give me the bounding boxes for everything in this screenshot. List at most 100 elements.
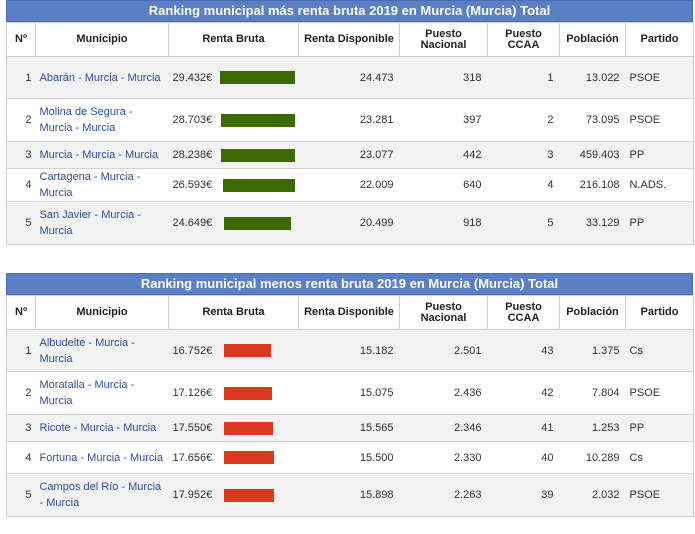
ranking-least-title: Ranking municipal menos renta bruta 2019… [6, 273, 693, 295]
puesto-nacional: 318 [399, 56, 488, 99]
puesto-nacional: 2.346 [399, 414, 488, 442]
renta-bruta-bar [223, 386, 272, 400]
table-row: 1 Albudeite - Murcia - Murcia 16.752€ 15.18… [6, 329, 694, 372]
municipio-link[interactable]: Molina de Segura - Murcia - Murcia [40, 106, 133, 134]
puesto-nacional: 918 [399, 201, 488, 245]
ranking-most-title: Ranking municipal más renta bruta 2019 e… [6, 0, 693, 22]
puesto-nacional: 397 [399, 98, 488, 142]
table-header-row: Nº Municipio Renta Bruta Renta Disponibl… [6, 295, 694, 330]
renta-bruta-bar [220, 113, 295, 127]
municipio-link[interactable]: Moratalla - Murcia - Murcia [40, 379, 135, 407]
partido: Cs [625, 329, 694, 372]
municipio-link[interactable]: Abarán - Murcia - Murcia [40, 72, 161, 84]
partido: PSOE [625, 56, 694, 99]
puesto-ccaa: 5 [487, 201, 560, 245]
poblacion: 216.108 [559, 168, 626, 202]
puesto-ccaa: 43 [487, 329, 560, 372]
renta-disponible: 15.075 [298, 371, 400, 415]
poblacion: 1.375 [559, 329, 626, 372]
renta-disponible: 15.898 [298, 473, 400, 517]
col-header-partido: Partido [625, 295, 694, 330]
renta-bruta-value: 17.550€ [172, 422, 213, 434]
renta-disponible: 15.182 [298, 329, 400, 372]
table-row: 3 Ricote - Murcia - Murcia 17.550€ 15.565 2.… [6, 414, 694, 442]
row-number: 1 [6, 329, 36, 372]
poblacion: 2.032 [559, 473, 626, 517]
puesto-ccaa: 3 [487, 141, 560, 169]
municipio-link[interactable]: Albudeite - Murcia - Murcia [40, 337, 135, 365]
puesto-ccaa: 42 [487, 371, 560, 415]
partido: PP [625, 201, 694, 245]
poblacion: 459.403 [559, 141, 626, 169]
partido: PSOE [625, 98, 694, 142]
renta-bruta-value: 26.593€ [172, 179, 213, 191]
row-number: 5 [6, 473, 36, 517]
partido: PP [625, 141, 694, 169]
puesto-nacional: 2.263 [399, 473, 488, 517]
partido: PSOE [625, 371, 694, 415]
renta-disponible: 15.500 [298, 441, 400, 474]
renta-bruta-value: 17.952€ [172, 489, 213, 501]
table-row: 1 Abarán - Murcia - Murcia 29.432€ 24.473 31… [6, 56, 694, 99]
renta-bruta-value: 17.656€ [172, 451, 213, 464]
renta-disponible: 24.473 [298, 56, 400, 99]
ranking-least-panel: Ranking municipal menos renta bruta 2019… [6, 273, 694, 517]
renta-bruta-bar [223, 216, 291, 230]
partido: PSOE [625, 473, 694, 517]
renta-disponible: 22.009 [298, 168, 400, 202]
puesto-ccaa: 40 [487, 441, 560, 474]
table-row: 5 Campos del Río - Murcia - Murcia 17.952€… [6, 473, 694, 517]
puesto-ccaa: 2 [487, 98, 560, 142]
col-header-renta-disponible: Renta Disponible [298, 295, 400, 330]
ranking-least-table: Nº Municipio Renta Bruta Renta Disponibl… [6, 295, 694, 517]
renta-disponible: 23.077 [298, 141, 400, 169]
table-row: 2 Molina de Segura - Murcia - Murcia 28.70… [6, 98, 694, 142]
col-header-municipio: Municipio [35, 295, 169, 330]
renta-bruta-bar [220, 71, 295, 84]
puesto-nacional: 2.436 [399, 371, 488, 415]
renta-disponible: 23.281 [298, 98, 400, 142]
col-header-renta-bruta: Renta Bruta [168, 22, 299, 57]
renta-bruta-bar [221, 148, 295, 162]
puesto-ccaa: 4 [487, 168, 560, 202]
renta-bruta-value: 28.703€ [172, 114, 213, 126]
row-number: 4 [6, 441, 36, 474]
puesto-nacional: 2.501 [399, 329, 488, 372]
renta-bruta-bar [223, 421, 273, 435]
poblacion: 73.095 [559, 98, 626, 142]
renta-bruta-bar [223, 344, 271, 357]
renta-bruta-value: 16.752€ [172, 344, 213, 357]
puesto-nacional: 2.330 [399, 441, 488, 474]
row-number: 2 [6, 371, 36, 415]
municipio-link[interactable]: Ricote - Murcia - Murcia [40, 422, 157, 434]
row-number: 5 [6, 201, 36, 245]
col-header-puesto-ccaa: Puesto CCAA [487, 295, 560, 330]
table-row: 4 Cartagena - Murcia - Murcia 26.593€ 22.00… [6, 168, 694, 202]
partido: Cs [625, 441, 694, 474]
table-row: 3 Murcia - Murcia - Murcia 28.238€ 23.077 44… [6, 141, 694, 169]
renta-bruta-bar [223, 178, 295, 192]
table-row: 4 Fortuna - Murcia - Murcia 17.656€ 15.500 2… [6, 441, 694, 474]
poblacion: 13.022 [559, 56, 626, 99]
table-row: 5 San Javier - Murcia - Murcia 24.649€ 20.4… [6, 201, 694, 245]
renta-bruta-value: 29.432€ [172, 71, 213, 84]
municipio-link[interactable]: Murcia - Murcia - Murcia [40, 149, 159, 161]
row-number: 2 [6, 98, 36, 142]
municipio-link[interactable]: Cartagena - Murcia - Murcia [40, 171, 141, 199]
row-number: 4 [6, 168, 36, 202]
municipio-link[interactable]: Campos del Río - Murcia - Murcia [40, 481, 162, 509]
partido: PP [625, 414, 694, 442]
col-header-poblacion: Población [559, 295, 626, 330]
col-header-puesto-nacional: Puesto Nacional [399, 295, 488, 330]
col-header-n: Nº [6, 295, 36, 330]
renta-bruta-bar [223, 451, 274, 464]
table-row: 2 Moratalla - Murcia - Murcia 17.126€ 15.07… [6, 371, 694, 415]
row-number: 1 [6, 56, 36, 99]
table-header-row: Nº Municipio Renta Bruta Renta Disponibl… [6, 22, 694, 57]
col-header-partido: Partido [625, 22, 694, 57]
ranking-most-panel: Ranking municipal más renta bruta 2019 e… [6, 0, 694, 245]
municipio-link[interactable]: Fortuna - Murcia - Murcia [40, 452, 163, 464]
row-number: 3 [6, 141, 36, 169]
municipio-link[interactable]: San Javier - Murcia - Murcia [40, 209, 141, 237]
col-header-renta-bruta: Renta Bruta [168, 295, 299, 330]
